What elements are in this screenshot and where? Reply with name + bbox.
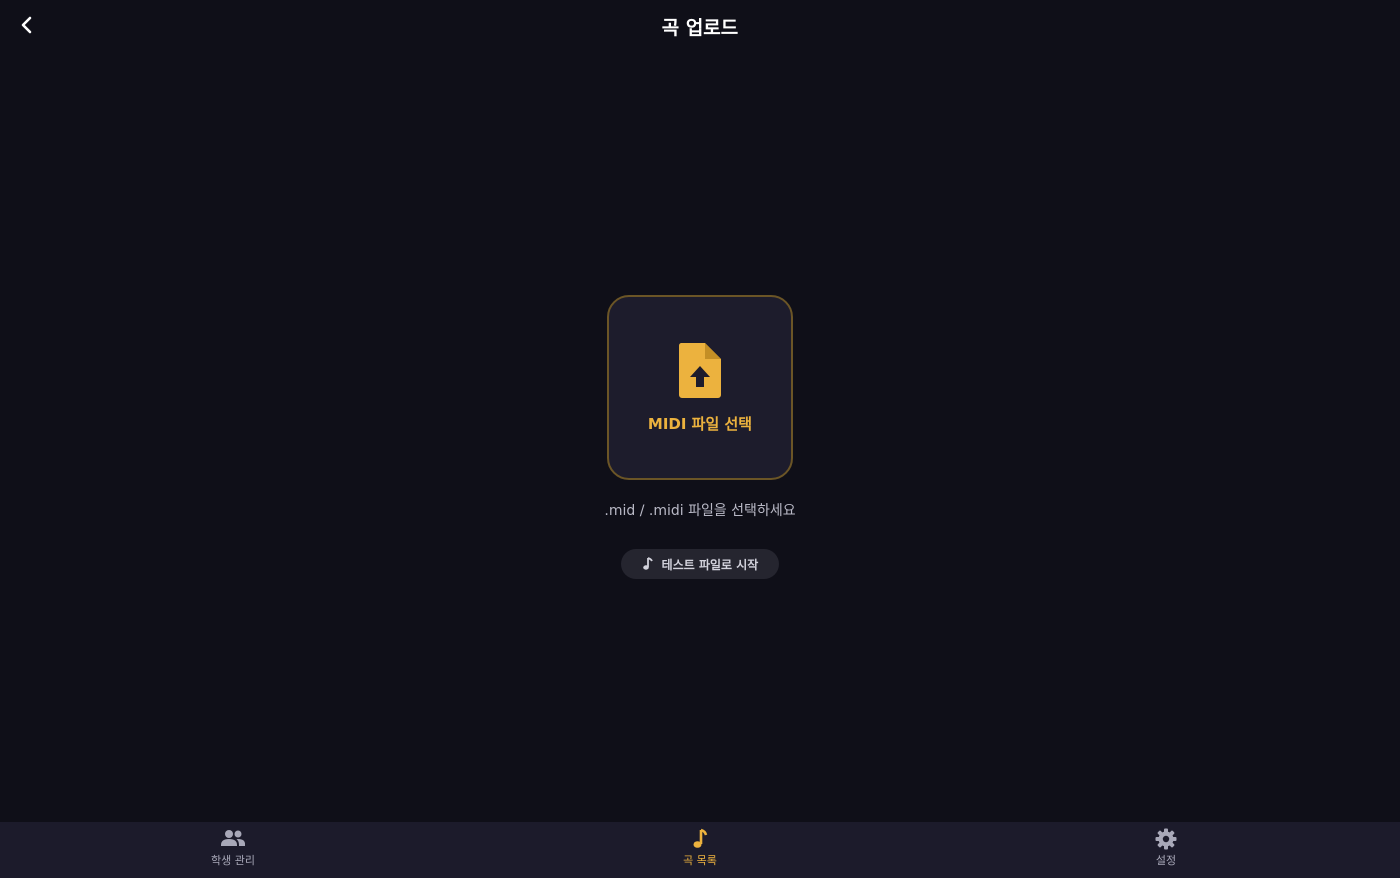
music-note-icon <box>693 828 708 848</box>
nav-item-settings[interactable]: 설정 <box>1106 828 1226 874</box>
page-title: 곡 업로드 <box>661 17 739 39</box>
music-note-icon <box>642 557 653 570</box>
bottom-navigation: 학생 관리 곡 목록 설정 <box>0 822 1400 878</box>
file-type-hint: .mid / .midi 파일을 선택하세요 <box>604 503 796 519</box>
gear-icon <box>1155 828 1177 850</box>
start-with-test-file-button[interactable]: 테스트 파일로 시작 <box>621 549 779 579</box>
midi-file-select-button[interactable]: MIDI 파일 선택 <box>607 295 793 480</box>
test-file-label: 테스트 파일로 시작 <box>661 557 759 572</box>
nav-label-students: 학생 관리 <box>211 854 255 867</box>
midi-file-select-label: MIDI 파일 선택 <box>647 415 753 433</box>
file-upload-icon <box>678 343 721 398</box>
nav-label-songs: 곡 목록 <box>683 854 717 867</box>
top-bar: 곡 업로드 <box>0 0 1400 52</box>
nav-label-settings: 설정 <box>1155 854 1177 867</box>
people-icon <box>221 830 245 846</box>
nav-item-songs[interactable]: 곡 목록 <box>640 828 760 874</box>
nav-item-students[interactable]: 학생 관리 <box>173 828 293 874</box>
app-root: 곡 업로드 MIDI 파일 선택 .mid / .midi 파일을 선택하세요 … <box>0 0 1400 878</box>
